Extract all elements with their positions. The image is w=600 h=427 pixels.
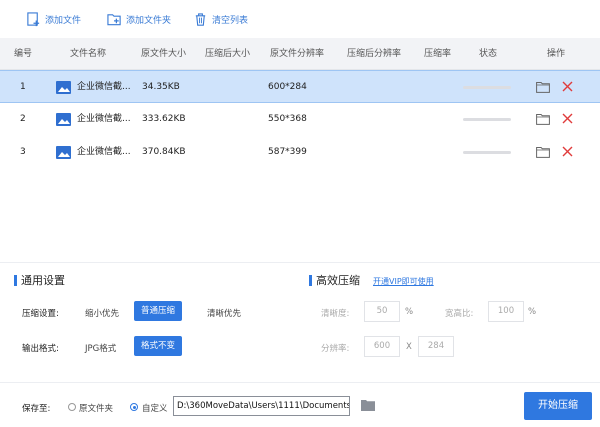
delete-icon[interactable]	[562, 113, 573, 124]
open-folder-icon[interactable]	[536, 146, 550, 158]
add-file-button[interactable]: 添加文件	[26, 10, 81, 28]
status-progress-bar	[463, 151, 511, 154]
col-ratio: 压缩率	[424, 49, 452, 59]
save-to-label: 保存至:	[22, 404, 51, 414]
table-row[interactable]: 1 企业微信截... 34.35KB 600*284	[0, 70, 600, 103]
col-original-size: 原文件大小	[141, 49, 187, 59]
image-file-icon	[56, 113, 71, 126]
row-number: 1	[20, 82, 26, 92]
add-folder-icon	[107, 13, 121, 25]
col-original-res: 原文件分辨率	[270, 49, 325, 59]
output-format-label: 输出格式:	[22, 344, 59, 354]
format-option-jpg[interactable]: JPG格式	[85, 342, 116, 354]
add-folder-button[interactable]: 添加文件夹	[107, 10, 171, 28]
start-compress-button[interactable]: 开始压缩	[524, 392, 592, 420]
col-status: 状态	[479, 49, 498, 59]
resolution-separator: X	[406, 342, 412, 352]
row-resolution: 600*284	[268, 82, 307, 92]
status-progress-bar	[463, 118, 511, 121]
clarity-label: 清晰度:	[321, 309, 350, 319]
col-compressed-res: 压缩后分辨率	[347, 49, 402, 59]
original-folder-label[interactable]: 原文件夹	[79, 402, 113, 414]
row-size: 34.35KB	[142, 82, 180, 92]
advanced-settings-label: 高效压缩	[316, 274, 360, 287]
clear-list-label: 清空列表	[212, 15, 249, 26]
radio-custom[interactable]	[130, 403, 138, 411]
footer-divider	[0, 382, 600, 383]
col-compressed-size: 压缩后大小	[205, 49, 251, 59]
custom-label[interactable]: 自定义	[142, 402, 168, 414]
image-file-icon	[56, 81, 71, 94]
trash-icon	[195, 12, 206, 26]
resolution-label: 分辨率:	[321, 344, 350, 354]
row-number: 2	[20, 114, 26, 124]
col-actions: 操作	[547, 49, 566, 59]
section-marker	[14, 274, 17, 286]
delete-icon[interactable]	[562, 81, 573, 92]
aspect-ratio-label: 宽高比:	[445, 309, 474, 319]
add-file-icon	[27, 11, 40, 26]
row-filename: 企业微信截...	[77, 147, 131, 157]
row-size: 333.62KB	[142, 114, 186, 124]
col-number: 编号	[14, 49, 33, 59]
add-file-label: 添加文件	[45, 15, 82, 26]
delete-icon[interactable]	[562, 146, 573, 157]
clarity-input[interactable]: 50	[364, 301, 400, 322]
table-row[interactable]: 3 企业微信截... 370.84KB 587*399	[0, 136, 600, 169]
compress-option-small-first[interactable]: 缩小优先	[85, 307, 119, 319]
compress-setting-label: 压缩设置:	[22, 309, 59, 319]
table-row[interactable]: 2 企业微信截... 333.62KB 550*368	[0, 103, 600, 136]
clarity-unit: %	[405, 307, 414, 317]
compress-option-clarity-first[interactable]: 清晰优先	[207, 307, 241, 319]
table-header: 编号 文件名称 原文件大小 压缩后大小 原文件分辨率 压缩后分辨率 压缩率 状态…	[0, 38, 600, 70]
save-path-input[interactable]: D:\360MoveData\Users\1111\Documents	[173, 396, 350, 416]
browse-folder-icon[interactable]	[361, 399, 375, 411]
add-folder-label: 添加文件夹	[126, 15, 172, 26]
toolbar: 添加文件 添加文件夹 清空列表	[0, 0, 600, 38]
col-filename: 文件名称	[70, 49, 107, 59]
row-resolution: 587*399	[268, 147, 307, 157]
advanced-settings-title: 高效压缩	[309, 272, 360, 288]
status-progress-bar	[463, 86, 511, 89]
open-folder-icon[interactable]	[536, 113, 550, 125]
open-folder-icon[interactable]	[536, 81, 550, 93]
row-filename: 企业微信截...	[77, 82, 131, 92]
resolution-height-input[interactable]: 284	[418, 336, 454, 357]
row-number: 3	[20, 147, 26, 157]
section-divider	[0, 262, 600, 263]
radio-original-folder[interactable]	[68, 403, 76, 411]
resolution-width-input[interactable]: 600	[364, 336, 400, 357]
section-marker	[309, 274, 312, 286]
general-settings-label: 通用设置	[21, 274, 65, 287]
clear-list-button[interactable]: 清空列表	[193, 10, 248, 28]
format-option-unchanged[interactable]: 格式不变	[134, 336, 183, 356]
row-resolution: 550*368	[268, 114, 307, 124]
general-settings-title: 通用设置	[14, 272, 65, 288]
compress-option-normal[interactable]: 普通压缩	[134, 301, 183, 321]
aspect-ratio-unit: %	[528, 307, 537, 317]
vip-link[interactable]: 开通VIP即可使用	[373, 276, 434, 287]
aspect-ratio-input[interactable]: 100	[488, 301, 524, 322]
image-file-icon	[56, 146, 71, 159]
row-filename: 企业微信截...	[77, 114, 131, 124]
row-size: 370.84KB	[142, 147, 186, 157]
